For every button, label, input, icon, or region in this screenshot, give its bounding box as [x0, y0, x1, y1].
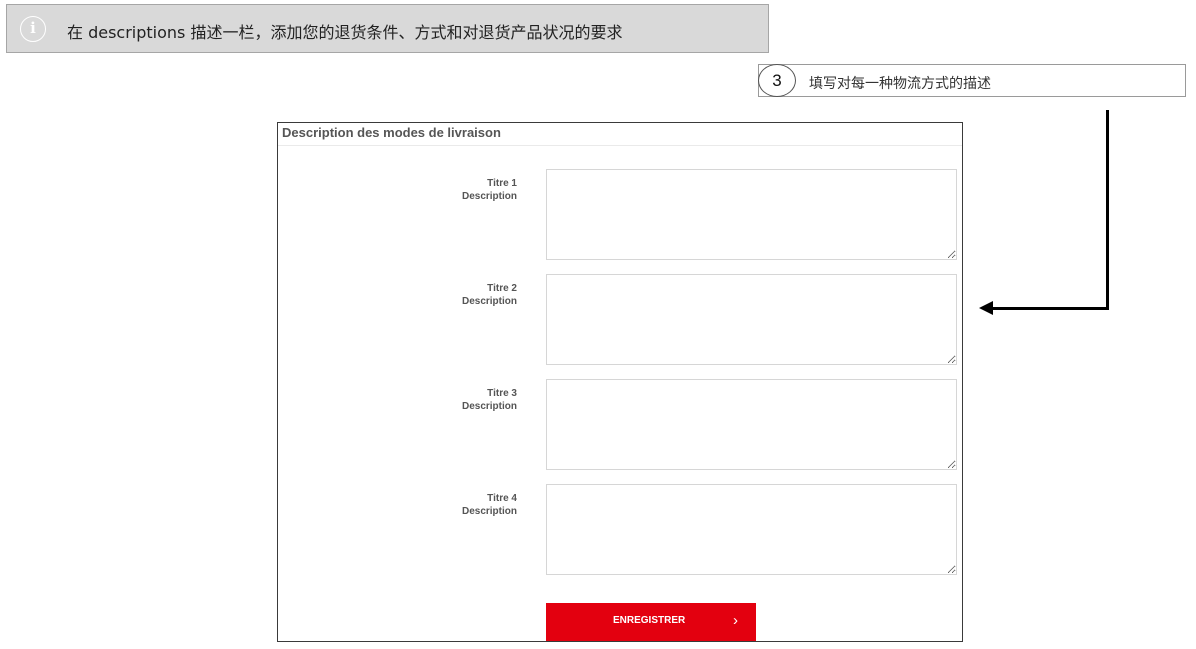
row-title: Titre 2	[487, 283, 517, 294]
row-label: Titre 4 Description	[462, 492, 517, 518]
step-callout: 3 填写对每一种物流方式的描述	[758, 64, 1186, 97]
description-row-4: Titre 4 Description	[278, 484, 962, 576]
pointer-arrow-vertical	[1106, 110, 1109, 310]
save-button-label: ENREGISTRER	[613, 615, 686, 626]
panel-title: Description des modes de livraison	[282, 125, 501, 140]
pointer-arrow-horizontal	[990, 307, 1109, 310]
description-textarea-3[interactable]	[546, 379, 957, 470]
row-label: Titre 1 Description	[462, 177, 517, 203]
save-button[interactable]: ENREGISTRER ›	[546, 603, 756, 641]
info-banner: i 在 descriptions 描述一栏，添加您的退货条件、方式和对退货产品状…	[6, 4, 769, 53]
description-textarea-1[interactable]	[546, 169, 957, 260]
description-textarea-2[interactable]	[546, 274, 957, 365]
arrow-left-icon	[979, 301, 993, 315]
chevron-right-icon: ›	[733, 612, 738, 629]
row-description-label: Description	[461, 401, 517, 412]
row-description-label: Description	[461, 506, 517, 517]
description-row-2: Titre 2 Description	[278, 274, 962, 366]
description-row-3: Titre 3 Description	[278, 379, 962, 471]
row-title: Titre 1	[487, 178, 517, 189]
row-description-label: Description	[461, 191, 517, 202]
info-banner-text: 在 descriptions 描述一栏，添加您的退货条件、方式和对退货产品状况的…	[67, 23, 623, 42]
row-title: Titre 3	[487, 388, 517, 399]
panel-divider	[278, 145, 962, 146]
row-label: Titre 3 Description	[462, 387, 517, 413]
step-text: 填写对每一种物流方式的描述	[809, 76, 991, 92]
delivery-description-panel: Description des modes de livraison Titre…	[277, 122, 963, 642]
row-label: Titre 2 Description	[462, 282, 517, 308]
info-icon: i	[20, 16, 46, 42]
description-row-1: Titre 1 Description	[278, 169, 962, 261]
step-number: 3	[758, 64, 796, 97]
description-textarea-4[interactable]	[546, 484, 957, 575]
row-description-label: Description	[461, 296, 517, 307]
row-title: Titre 4	[487, 493, 517, 504]
